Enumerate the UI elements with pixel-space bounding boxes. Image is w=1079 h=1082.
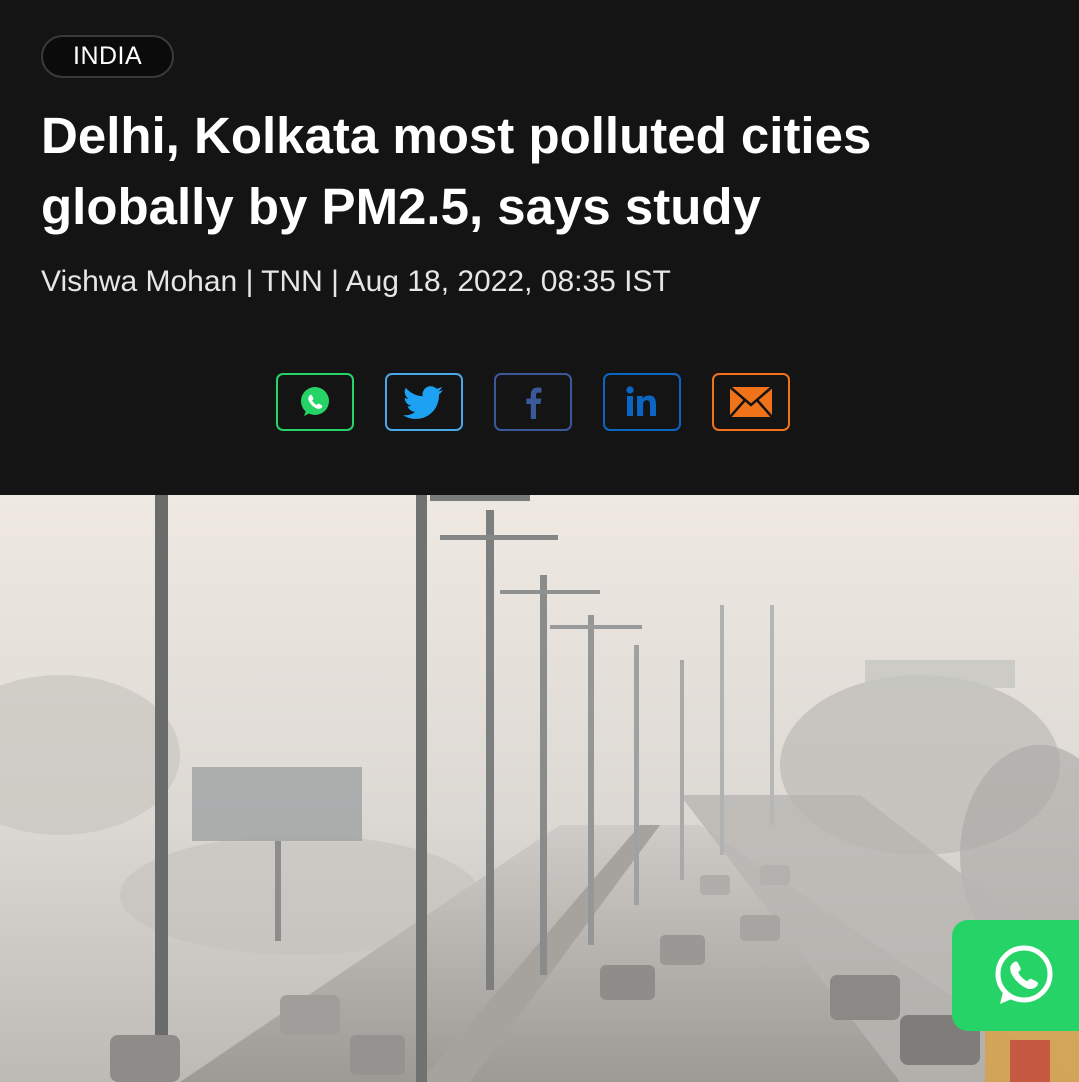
email-envelope-icon (729, 386, 773, 418)
article-header: INDIA Delhi, Kolkata most polluted citie… (0, 0, 1079, 495)
linkedin-icon (626, 386, 656, 416)
article-byline: Vishwa Mohan | TNN | Aug 18, 2022, 08:35… (41, 265, 671, 298)
smog-road-photo (0, 495, 1079, 1082)
share-twitter-button[interactable] (385, 373, 463, 431)
article-headline: Delhi, Kolkata most polluted cities glob… (41, 107, 872, 235)
section-tag[interactable]: INDIA (41, 35, 175, 78)
article-hero-image (0, 495, 1079, 1082)
whatsapp-icon (995, 945, 1053, 1004)
share-linkedin-button[interactable] (603, 373, 681, 431)
share-email-button[interactable] (712, 373, 790, 431)
share-bar (276, 373, 790, 431)
share-facebook-button[interactable] (494, 373, 572, 431)
facebook-icon (526, 387, 542, 419)
floating-whatsapp-button[interactable] (952, 920, 1079, 1031)
whatsapp-icon (301, 387, 329, 416)
share-whatsapp-button[interactable] (276, 373, 354, 431)
twitter-bird-icon (403, 386, 443, 419)
